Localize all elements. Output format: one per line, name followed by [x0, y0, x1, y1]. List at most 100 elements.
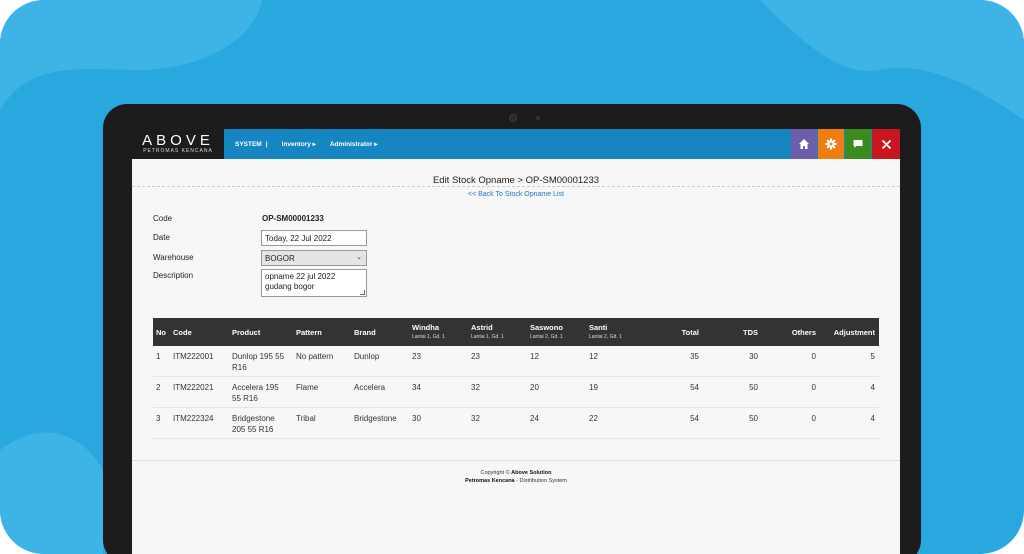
logo[interactable]: ABOVE PETROMAS KENCANA [132, 129, 224, 159]
cell-no: 2 [156, 383, 161, 392]
date-label: Date [153, 233, 170, 242]
cell-pattern: Flame [296, 383, 319, 392]
cell-tds: 50 [749, 414, 758, 423]
cell-product-line-1: Bridgestone [232, 414, 275, 423]
cell-astrid: 23 [471, 352, 480, 361]
client-line: Petromas Kencana - Distribution System [132, 477, 900, 485]
cell-others: 0 [811, 383, 816, 392]
cell-product-line-2: 205 55 R16 [232, 425, 274, 434]
back-to-list-link[interactable]: << Back To Stock Opname List [132, 191, 900, 198]
warehouse-value: BOGOR [265, 254, 295, 263]
copyright-line: Copyright © Above Solution [132, 469, 900, 477]
cell-product: Bridgestone 205 55 R16 [232, 413, 275, 435]
settings-button[interactable] [818, 129, 844, 159]
date-field[interactable]: Today, 22 Jul 2022 [261, 230, 367, 246]
cell-product-line-1: Dunlop 195 55 [232, 352, 285, 361]
cell-santi: 19 [589, 383, 598, 392]
system-name: - Distribution System [516, 478, 567, 484]
gear-icon [825, 138, 837, 150]
header-windha-location: Lantai 1, Gd. 1 [412, 334, 445, 340]
cell-total: 54 [690, 414, 699, 423]
header-no: No [156, 328, 166, 337]
cell-others: 0 [811, 352, 816, 361]
cell-code: ITM222021 [173, 383, 214, 392]
title-divider [132, 186, 900, 187]
chat-button[interactable] [845, 129, 871, 159]
header-code: Code [173, 328, 192, 337]
cell-others: 0 [811, 414, 816, 423]
cell-astrid: 32 [471, 414, 480, 423]
footer: Copyright © Above Solution Petromas Kenc… [132, 469, 900, 485]
resize-handle-icon[interactable] [360, 290, 365, 295]
header-windha: Windha [412, 323, 440, 332]
cell-pattern: No pattern [296, 352, 334, 361]
main-menu: SYSTEM | Inventory ▸ Administrator ▸ [235, 129, 392, 159]
description-line-1: opname 22 jul 2022 [265, 272, 336, 281]
cell-saswono: 12 [530, 352, 539, 361]
cell-product-line-1: Accelera 195 [232, 383, 279, 392]
header-pattern: Pattern [296, 328, 322, 337]
cell-saswono: 24 [530, 414, 539, 423]
cell-code: ITM222001 [173, 352, 214, 361]
app-window: ABOVE PETROMAS KENCANA SYSTEM | Inventor… [132, 129, 900, 554]
cell-brand: Bridgestone [354, 414, 397, 423]
header-santi: Santi [589, 323, 608, 332]
company-name: Above Solution [511, 470, 552, 476]
cell-total: 54 [690, 383, 699, 392]
header-saswono: Saswono [530, 323, 563, 332]
cell-product: Accelera 195 55 R16 [232, 382, 279, 404]
table-row[interactable]: 3 ITM222324 Bridgestone 205 55 R16 Triba… [153, 408, 879, 439]
footer-divider [132, 460, 900, 461]
header-saswono-location: Lantai 2, Gd. 1 [530, 334, 563, 340]
cell-windha: 30 [412, 414, 421, 423]
menu-system[interactable]: SYSTEM [235, 141, 262, 148]
cell-no: 3 [156, 414, 161, 423]
page-title: Edit Stock Opname > OP-SM00001233 [432, 175, 600, 186]
home-icon [799, 139, 809, 149]
logo-text: ABOVE [142, 132, 214, 149]
warehouse-label: Warehouse [153, 253, 194, 262]
date-value: Today, 22 Jul 2022 [265, 234, 332, 243]
cell-pattern: Tribal [296, 414, 316, 423]
header-astrid-location: Lantai 1, Gd. 1 [471, 334, 504, 340]
cell-saswono: 20 [530, 383, 539, 392]
header-tds: TDS [743, 328, 758, 337]
camera-sensor [536, 116, 540, 120]
top-navbar: ABOVE PETROMAS KENCANA SYSTEM | Inventor… [132, 129, 900, 159]
menu-separator: | [265, 140, 268, 148]
header-total: Total [681, 328, 699, 337]
webcam [509, 114, 517, 122]
warehouse-select[interactable]: BOGOR ⌄ [261, 250, 367, 266]
stock-opname-table: No Code Product Pattern Brand Windha Lan… [153, 318, 879, 439]
cell-adjustment: 4 [870, 383, 875, 392]
close-button[interactable] [872, 129, 900, 159]
cell-total: 35 [690, 352, 699, 361]
logo-subtext: PETROMAS KENCANA [143, 148, 213, 154]
code-value: OP-SM00001233 [262, 214, 324, 223]
table-row[interactable]: 2 ITM222021 Accelera 195 55 R16 Flame Ac… [153, 377, 879, 408]
header-product: Product [232, 328, 261, 337]
cell-windha: 34 [412, 383, 421, 392]
menu-inventory[interactable]: Inventory ▸ [282, 140, 316, 148]
cell-product: Dunlop 195 55 R16 [232, 351, 284, 373]
cell-product-line-2: 55 R16 [232, 394, 258, 403]
close-icon [881, 139, 891, 149]
cell-code: ITM222324 [173, 414, 214, 423]
header-astrid: Astrid [471, 323, 493, 332]
cell-adjustment: 4 [870, 414, 875, 423]
menu-administrator[interactable]: Administrator ▸ [330, 140, 378, 148]
table-header: No Code Product Pattern Brand Windha Lan… [153, 318, 879, 346]
code-label: Code [153, 214, 173, 223]
client-name: Petromas Kencana [465, 478, 515, 484]
copyright-prefix: Copyright © [480, 470, 510, 476]
cell-product-line-2: R16 [232, 363, 247, 372]
cell-tds: 50 [749, 383, 758, 392]
home-button[interactable] [791, 129, 817, 159]
cell-tds: 30 [749, 352, 758, 361]
cell-adjustment: 5 [870, 352, 875, 361]
chat-icon [853, 140, 863, 148]
header-adjustment: Adjustment [833, 328, 875, 337]
description-textarea[interactable]: opname 22 jul 2022 gudang bogor [261, 269, 367, 297]
header-brand: Brand [354, 328, 376, 337]
table-row[interactable]: 1 ITM222001 Dunlop 195 55 R16 No pattern… [153, 346, 879, 377]
